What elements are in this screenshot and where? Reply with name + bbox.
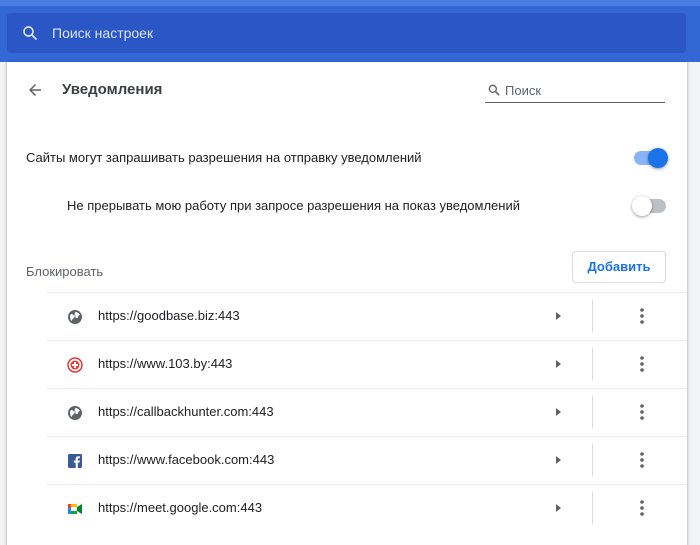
page-title: Уведомления [62, 81, 163, 98]
chevron-right-icon [556, 360, 561, 368]
search-icon [23, 26, 37, 40]
blocked-site-url: https://callbackhunter.com:443 [98, 404, 274, 419]
notifications-search-input[interactable]: Поиск [485, 79, 665, 103]
chevron-right-icon [556, 456, 561, 464]
settings-search-input[interactable]: Поиск настроек [7, 13, 686, 53]
ask-permission-toggle[interactable] [634, 148, 668, 168]
blocked-site-url: https://www.facebook.com:443 [98, 452, 275, 467]
google-meet-icon [68, 504, 82, 514]
arrow-back-icon[interactable] [26, 81, 44, 99]
row-divider [47, 436, 687, 437]
more-vert-icon[interactable] [632, 498, 652, 518]
blocked-site-url: https://www.103.by:443 [98, 356, 233, 371]
settings-search-placeholder: Поиск настроек [52, 25, 154, 41]
row-separator [592, 444, 593, 476]
globe-icon [68, 310, 82, 324]
row-divider [47, 340, 687, 341]
chevron-right-icon [556, 312, 561, 320]
row-separator [592, 492, 593, 524]
more-vert-icon[interactable] [632, 450, 652, 470]
search-icon [488, 84, 500, 96]
row-separator [592, 300, 593, 332]
blocked-site-row[interactable]: https://goodbase.biz:443 [7, 292, 687, 340]
globe-icon [68, 406, 82, 420]
quiet-messaging-label: Не прерывать мою работу при запросе разр… [67, 198, 520, 213]
blocked-site-url: https://goodbase.biz:443 [98, 308, 240, 323]
row-divider [47, 292, 687, 293]
more-vert-icon[interactable] [632, 354, 652, 374]
row-divider [47, 388, 687, 389]
add-blocked-site-button[interactable]: Добавить [572, 251, 666, 283]
row-separator [592, 348, 593, 380]
ask-permission-label: Сайты могут запрашивать разрешения на от… [26, 150, 422, 165]
blocked-site-row[interactable]: https://callbackhunter.com:443 [7, 388, 687, 436]
red-plus-icon [67, 357, 83, 373]
chevron-right-icon [556, 408, 561, 416]
blocked-site-url: https://meet.google.com:443 [98, 500, 263, 515]
notifications-search-placeholder: Поиск [505, 83, 542, 98]
row-separator [592, 396, 593, 428]
more-vert-icon[interactable] [632, 306, 652, 326]
top-bar: Поиск настроек [0, 0, 700, 62]
quiet-messaging-toggle[interactable] [632, 196, 666, 216]
facebook-icon [68, 454, 82, 468]
chevron-right-icon [556, 504, 561, 512]
row-divider [47, 484, 687, 485]
toggle-knob [648, 148, 668, 168]
toggle-knob [632, 196, 652, 216]
more-vert-icon[interactable] [632, 402, 652, 422]
notifications-card: Уведомления Поиск Сайты могут запрашиват… [7, 62, 687, 545]
block-section-label: Блокировать [26, 264, 104, 279]
blocked-site-row[interactable]: https://meet.google.com:443 [7, 484, 687, 532]
blocked-site-row[interactable]: https://www.103.by:443 [7, 340, 687, 388]
top-bar-stripe [0, 0, 700, 6]
blocked-site-row[interactable]: https://www.facebook.com:443 [7, 436, 687, 484]
